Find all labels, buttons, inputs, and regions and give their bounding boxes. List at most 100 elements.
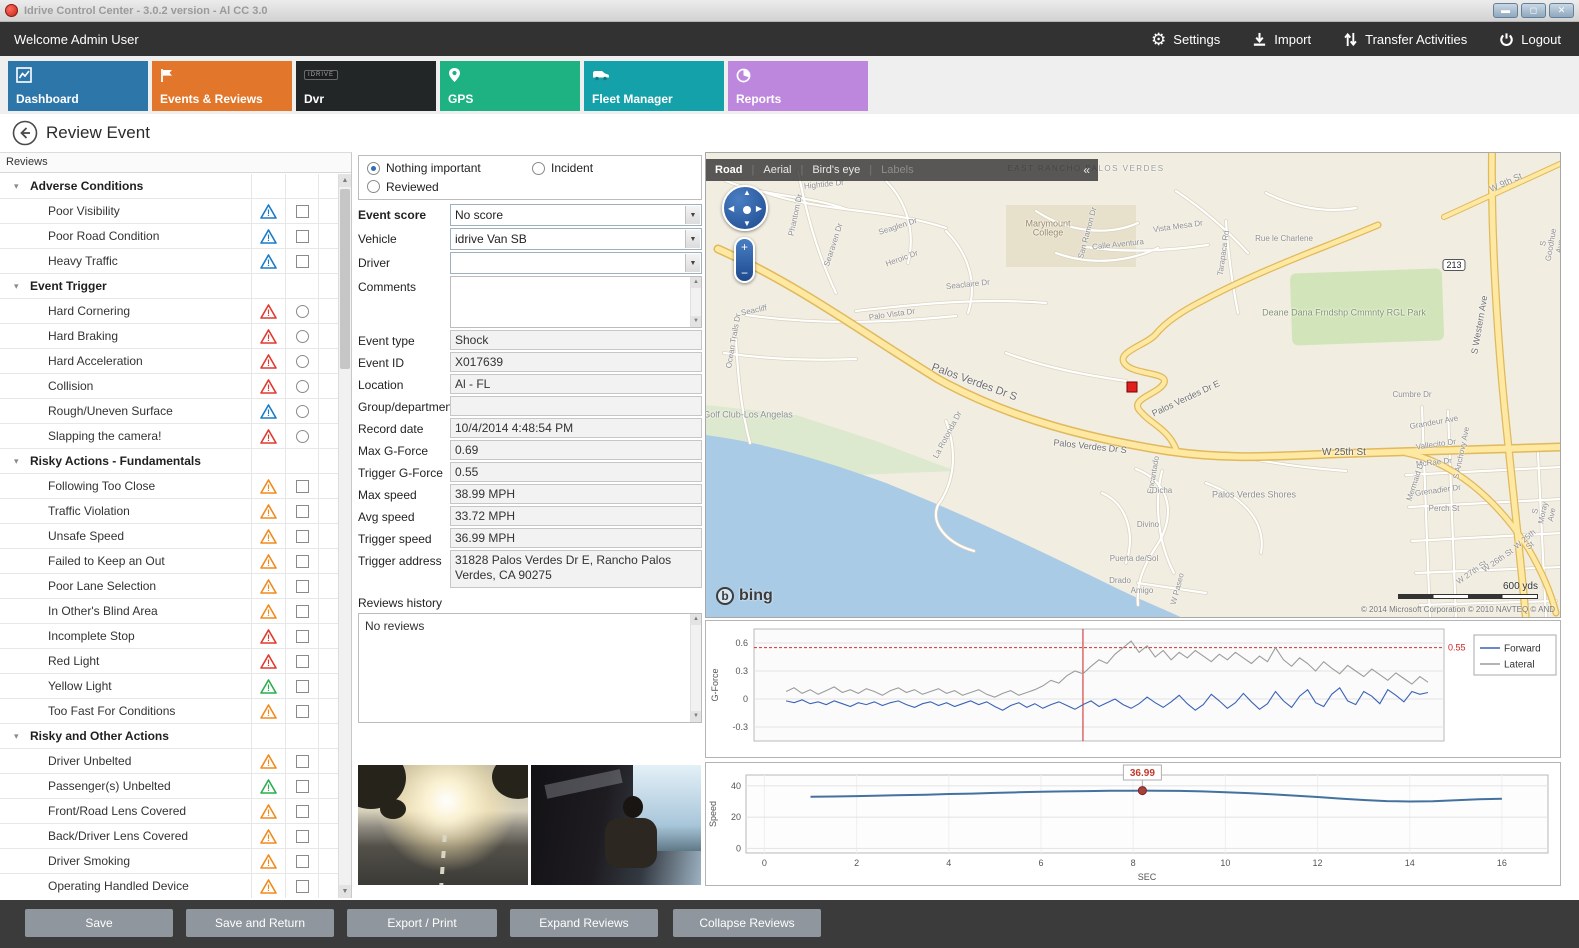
review-item-checkbox[interactable] [296,780,309,793]
review-item-row[interactable]: Back/Driver Lens Covered! [0,824,338,849]
zoom-out-icon[interactable]: − [741,266,748,280]
review-item-checkbox[interactable] [296,555,309,568]
topbar-action-import[interactable]: Import [1252,32,1311,47]
back-button[interactable] [12,120,38,146]
reviews-history-box[interactable]: No reviews▲▼ [358,613,702,723]
cabin-camera-video[interactable] [531,765,701,885]
review-item-checkbox[interactable] [296,255,309,268]
review-item-checkbox[interactable] [296,880,309,893]
topbar-action-logout[interactable]: Logout [1499,32,1561,47]
map-compass-control[interactable]: ▲▼◀▶ [722,185,768,231]
map-view-tab-road[interactable]: Road [706,164,752,176]
nav-tab-dashboard[interactable]: Dashboard [8,61,148,111]
review-item-row[interactable]: Passenger(s) Unbelted! [0,774,338,799]
map-view-tab-aerial[interactable]: Aerial [754,164,800,176]
location-field[interactable]: Al - FL [450,374,702,394]
review-item-row[interactable]: Hard Cornering! [0,299,338,324]
classification-option-2[interactable]: Reviewed [367,180,693,195]
review-item-row[interactable]: Poor Road Condition! [0,224,338,249]
trigger-address-field[interactable]: 31828 Palos Verdes Dr E, Rancho Palos Ve… [450,550,702,588]
vehicle-select[interactable]: idrive Van SB▼ [450,228,702,250]
export-print-button[interactable]: Export / Print [347,909,497,937]
group-department-field[interactable] [450,396,702,416]
collapse-reviews-button[interactable]: Collapse Reviews [673,909,821,937]
review-item-row[interactable]: Poor Visibility! [0,199,338,224]
nav-tab-gps[interactable]: GPS [440,61,580,111]
comments-textarea[interactable]: ▲▼ [450,276,702,328]
nav-tab-fleet[interactable]: Fleet Manager [584,61,724,111]
event-id-field[interactable]: X017639 [450,352,702,372]
review-item-checkbox[interactable] [296,530,309,543]
scroll-up-icon[interactable]: ▲ [691,614,701,625]
review-item-radio[interactable] [296,330,309,343]
scroll-up-icon[interactable]: ▲ [339,174,351,187]
review-item-row[interactable]: Driver Smoking! [0,849,338,874]
trigger-gforce-field[interactable]: 0.55 [450,462,702,482]
review-item-row[interactable]: Yellow Light! [0,674,338,699]
review-item-checkbox[interactable] [296,230,309,243]
classification-radio[interactable] [367,180,380,193]
review-item-row[interactable]: Poor Lane Selection! [0,574,338,599]
review-item-checkbox[interactable] [296,855,309,868]
review-item-row[interactable]: Front/Road Lens Covered! [0,799,338,824]
scrollbar-thumb[interactable] [340,189,350,369]
expand-arrow-icon[interactable]: ▾ [14,456,19,467]
review-item-row[interactable]: Too Fast For Conditions! [0,699,338,724]
map-view-tab-birdseye[interactable]: Bird's eye [803,164,869,176]
expand-arrow-icon[interactable]: ▾ [14,731,19,742]
review-item-row[interactable]: Hard Braking! [0,324,338,349]
zoom-in-icon[interactable]: + [741,240,748,254]
driver-select[interactable]: ▼ [450,252,702,274]
review-item-checkbox[interactable] [296,605,309,618]
review-item-row[interactable]: Traffic Violation! [0,499,338,524]
review-item-radio[interactable] [296,430,309,443]
review-item-row[interactable]: Following Too Close! [0,474,338,499]
close-button[interactable]: ✕ [1549,3,1574,18]
trigger-speed-field[interactable]: 36.99 MPH [450,528,702,548]
classification-radio[interactable] [367,162,380,175]
review-item-checkbox[interactable] [296,630,309,643]
classification-option-1[interactable]: Incident [532,161,693,176]
review-item-row[interactable]: Rough/Uneven Surface! [0,399,338,424]
review-item-checkbox[interactable] [296,680,309,693]
review-item-row[interactable]: Slapping the camera!! [0,424,338,449]
review-item-row[interactable]: Heavy Traffic! [0,249,338,274]
reviews-group-row[interactable]: ▾Adverse Conditions [0,174,338,199]
topbar-action-transfer[interactable]: Transfer Activities [1343,32,1467,47]
classification-option-0[interactable]: Nothing important [367,161,532,176]
scroll-down-icon[interactable]: ▼ [691,316,701,327]
review-item-checkbox[interactable] [296,655,309,668]
save-button[interactable]: Save [25,909,173,937]
review-item-checkbox[interactable] [296,805,309,818]
nav-tab-events[interactable]: Events & Reviews [152,61,292,111]
map-zoom-control[interactable]: + − [734,237,755,283]
event-location-marker[interactable] [1127,382,1138,393]
review-item-radio[interactable] [296,380,309,393]
reviews-group-row[interactable]: ▾Event Trigger [0,274,338,299]
topbar-action-settings[interactable]: ⚙Settings [1151,32,1220,47]
review-item-row[interactable]: Incomplete Stop! [0,624,338,649]
chevron-down-icon[interactable]: ▼ [685,254,700,272]
maximize-button[interactable]: ◻ [1521,3,1546,18]
max-gforce-field[interactable]: 0.69 [450,440,702,460]
max-speed-field[interactable]: 38.99 MPH [450,484,702,504]
expand-reviews-button[interactable]: Expand Reviews [510,909,658,937]
expand-arrow-icon[interactable]: ▾ [14,281,19,292]
expand-arrow-icon[interactable]: ▾ [14,181,19,192]
review-item-row[interactable]: Hard Acceleration! [0,349,338,374]
review-item-row[interactable]: Failed to Keep an Out! [0,549,338,574]
reviews-group-row[interactable]: ▾Risky Actions - Fundamentals [0,449,338,474]
scroll-down-icon[interactable]: ▼ [691,711,701,722]
chevron-down-icon[interactable]: ▼ [685,206,700,224]
chevron-down-icon[interactable]: ▼ [685,230,700,248]
map[interactable]: Road|Aerial|Bird's eye|Labels« ▲▼◀▶ + − … [705,152,1561,618]
scroll-down-icon[interactable]: ▼ [339,885,351,898]
review-item-row[interactable]: Unsafe Speed! [0,524,338,549]
map-bar-collapse-icon[interactable]: « [1075,163,1098,177]
review-item-checkbox[interactable] [296,205,309,218]
event-score-select[interactable]: No score▼ [450,204,702,226]
review-item-radio[interactable] [296,405,309,418]
history-scrollbar[interactable]: ▲▼ [690,614,701,722]
review-item-checkbox[interactable] [296,505,309,518]
review-item-row[interactable]: Red Light! [0,649,338,674]
